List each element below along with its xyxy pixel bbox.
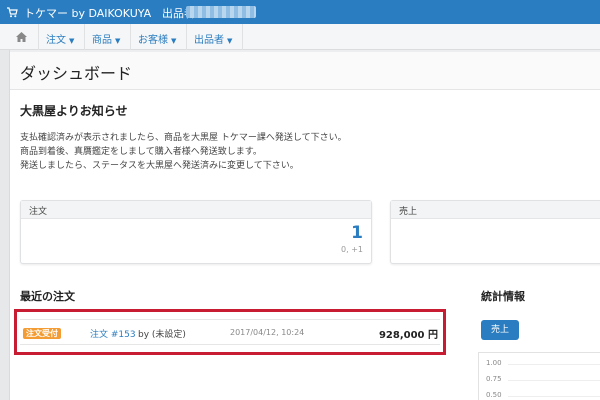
chart-tick-label: 0.50: [486, 391, 502, 399]
main-nav: 注文 ▼ 商品 ▼ お客様 ▼ 出品者 ▼: [0, 24, 600, 50]
app-brand[interactable]: トケマー by DAIKOKUYA: [24, 5, 151, 21]
status-badge: 注文受付: [23, 328, 61, 339]
nav-divider: [242, 24, 243, 50]
recent-orders-title: 最近の注文: [20, 290, 75, 303]
nav-menu-products[interactable]: 商品 ▼: [92, 31, 120, 46]
chart-tick-label: 0.75: [486, 375, 502, 383]
dashboard-content: 大黒屋よりお知らせ 支払確認済みが表示されましたら、商品を大黒屋 トケマー課へ発…: [10, 90, 600, 400]
nav-menu-customers[interactable]: お客様 ▼: [138, 31, 176, 46]
nav-divider: [186, 24, 187, 50]
chart-tick-label: 1.00: [486, 359, 502, 367]
orders-panel-title: 注文: [21, 201, 371, 219]
order-customer: by (未設定): [138, 330, 186, 340]
sales-panel: 売上: [390, 200, 600, 264]
order-date: 2017/04/12, 10:24: [230, 328, 305, 337]
chart-gridline: [508, 364, 600, 365]
nav-divider: [130, 24, 131, 50]
cart-icon: [7, 7, 18, 18]
orders-delta: 0, +1: [341, 245, 363, 254]
table-row[interactable]: 注文受付 注文 #153 by (未設定) 2017/04/12, 10:24 …: [20, 319, 440, 345]
caret-down-icon: ▼: [171, 37, 177, 45]
chart-gridline: [508, 380, 600, 381]
order-link[interactable]: 注文 #153: [90, 327, 136, 340]
stats-title: 統計情報: [481, 290, 525, 303]
nav-divider: [38, 24, 39, 50]
notice-line: 発送しましたら、ステータスを大黒屋へ発送済みに変更して下さい。: [20, 161, 299, 171]
left-gutter: [0, 50, 10, 400]
chart-gridline: [508, 396, 600, 397]
seller-name-redacted: [186, 6, 256, 18]
nav-menu-orders[interactable]: 注文 ▼: [46, 31, 74, 46]
page-header: ダッシュボード: [10, 52, 600, 90]
notice-line: 商品到着後、真贋鑑定をしまして購入者様へ発送致します。: [20, 147, 262, 157]
notice-line: 支払確認済みが表示されましたら、商品を大黒屋 トケマー課へ発送して下さい。: [20, 133, 347, 143]
caret-down-icon: ▼: [69, 37, 75, 45]
sales-stats-button[interactable]: 売上: [481, 320, 519, 340]
top-bar: トケマー by DAIKOKUYA 出品者:: [0, 0, 600, 24]
orders-count[interactable]: 1: [351, 223, 363, 243]
caret-down-icon: ▼: [227, 37, 233, 45]
orders-panel: 注文 1 0, +1: [20, 200, 372, 264]
home-icon[interactable]: [16, 32, 27, 42]
notice-title: 大黒屋よりお知らせ: [20, 104, 128, 118]
nav-divider: [84, 24, 85, 50]
page-title: ダッシュボード: [20, 64, 133, 83]
order-amount: 928,000 円: [378, 330, 438, 341]
nav-menu-sellers[interactable]: 出品者 ▼: [194, 31, 232, 46]
sales-panel-title: 売上: [391, 201, 600, 219]
caret-down-icon: ▼: [115, 37, 121, 45]
